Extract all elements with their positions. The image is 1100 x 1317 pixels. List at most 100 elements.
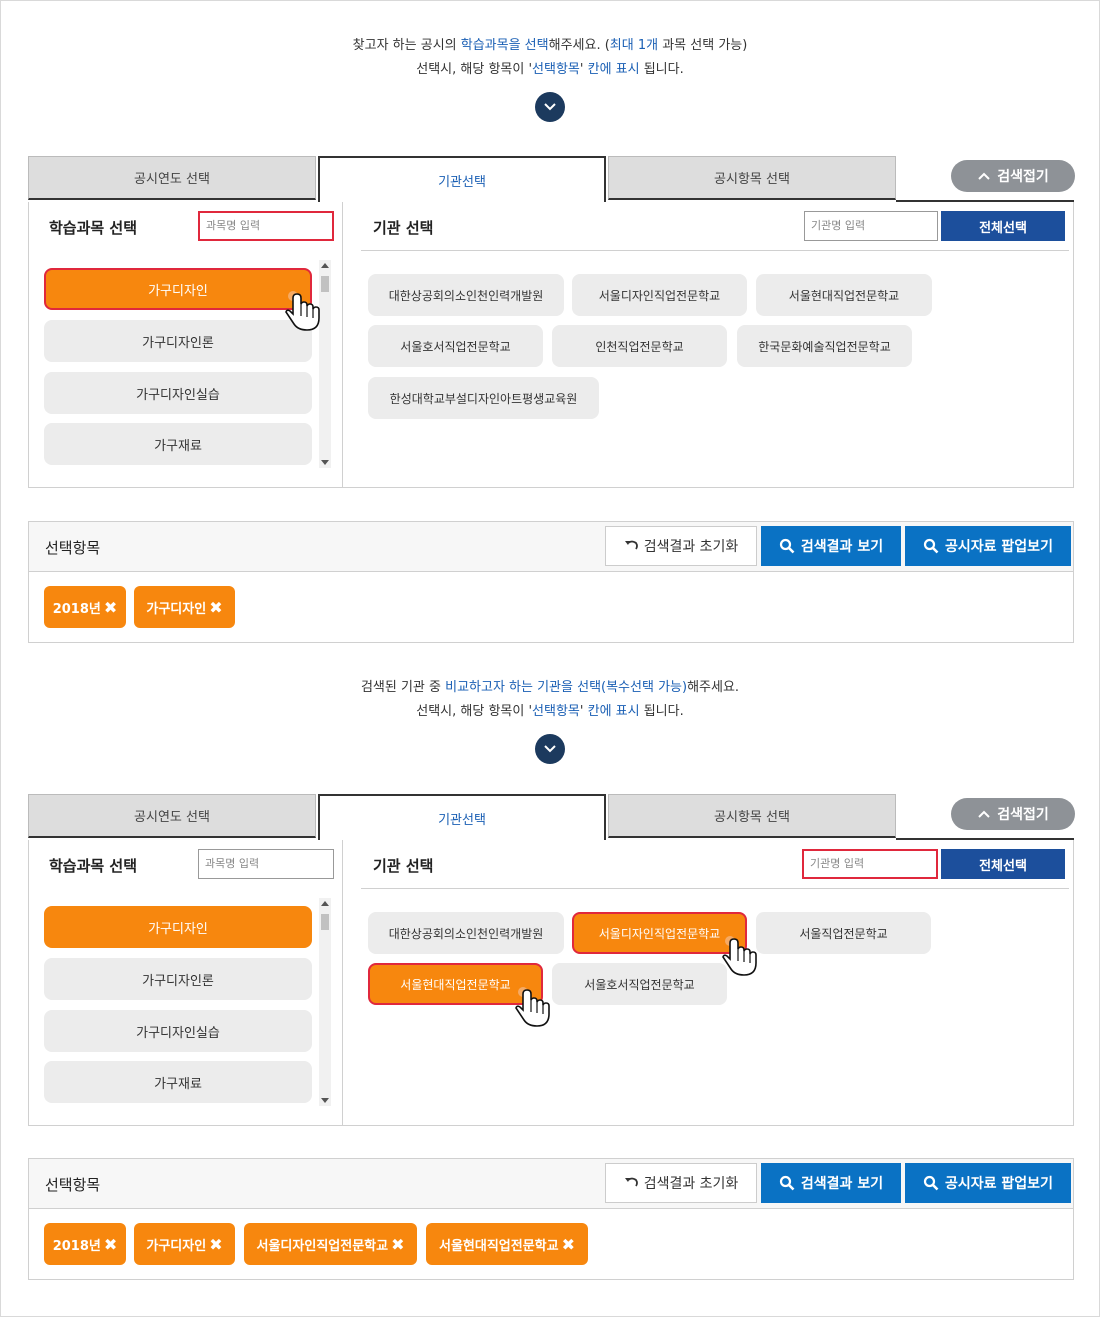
institution-item[interactable]: 한국문화예술직업전문학교 xyxy=(737,325,912,367)
chevron-down-icon[interactable] xyxy=(535,734,565,764)
tab-bar: 공시연도 선택 기관선택 공시항목 선택 검색접기 xyxy=(28,794,1075,840)
course-item[interactable]: 가구디자인 xyxy=(44,268,312,310)
search-icon xyxy=(779,1175,795,1191)
chip-label: 서울디자인직업전문학교 xyxy=(256,1238,389,1254)
close-icon[interactable]: ✖ xyxy=(104,598,117,617)
institution-item[interactable]: 서울디자인직업전문학교 xyxy=(572,912,747,954)
institution-item[interactable]: 대한상공회의소인천인력개발원 xyxy=(368,274,564,316)
selected-chip[interactable]: 2018년 ✖ xyxy=(44,1223,126,1265)
select-all-button[interactable]: 전체선택 xyxy=(941,211,1065,241)
view-results-button[interactable]: 검색결과 보기 xyxy=(761,1163,901,1203)
fold-label: 검색접기 xyxy=(997,169,1049,185)
chip-label: 가구디자인 xyxy=(146,1238,207,1254)
course-item[interactable]: 가구재료 xyxy=(44,1061,312,1103)
view-results-button[interactable]: 검색결과 보기 xyxy=(761,526,901,566)
selected-chip[interactable]: 가구디자인 ✖ xyxy=(134,586,235,628)
reset-label: 검색결과 초기화 xyxy=(643,539,739,555)
course-search-input[interactable]: 과목명 입력 xyxy=(198,211,334,241)
scroll-down-icon[interactable] xyxy=(321,1098,329,1103)
divider xyxy=(361,888,1069,889)
chevron-down-icon[interactable] xyxy=(535,92,565,122)
select-all-button[interactable]: 전체선택 xyxy=(941,849,1065,879)
tab-bar: 공시연도 선택 기관선택 공시항목 선택 검색접기 xyxy=(28,156,1075,202)
tab-institution[interactable]: 기관선택 xyxy=(318,156,606,202)
selected-items-box: 선택항목 검색결과 초기화 검색결과 보기 공시자료 팝업보기 2018년 ✖ 가… xyxy=(28,521,1074,643)
scroll-up-icon[interactable] xyxy=(321,263,329,268)
course-pane-title: 학습과목 선택 xyxy=(49,219,138,237)
chevron-up-icon xyxy=(978,172,990,180)
fold-label: 검색접기 xyxy=(997,807,1049,823)
search-panel: 학습과목 선택 과목명 입력 가구디자인 가구디자인론 가구디자인실습 가구재료… xyxy=(28,840,1074,1126)
selected-items-header: 선택항목 검색결과 초기화 검색결과 보기 공시자료 팝업보기 xyxy=(29,1159,1073,1209)
scroll-up-icon[interactable] xyxy=(321,901,329,906)
popup-label: 공시자료 팝업보기 xyxy=(945,539,1053,555)
course-item[interactable]: 가구디자인 xyxy=(44,906,312,948)
close-icon[interactable]: ✖ xyxy=(562,1235,575,1254)
scroll-thumb[interactable] xyxy=(321,914,329,930)
course-pane-title: 학습과목 선택 xyxy=(49,857,138,875)
search-icon xyxy=(923,538,939,554)
popup-view-button[interactable]: 공시자료 팝업보기 xyxy=(905,1163,1071,1203)
selected-chip[interactable]: 서울디자인직업전문학교 ✖ xyxy=(244,1223,417,1265)
chevron-up-icon xyxy=(978,810,990,818)
institution-item[interactable]: 서울호서직업전문학교 xyxy=(552,963,727,1005)
popup-view-button[interactable]: 공시자료 팝업보기 xyxy=(905,526,1071,566)
search-icon xyxy=(923,1175,939,1191)
close-icon[interactable]: ✖ xyxy=(391,1235,404,1254)
selected-chip[interactable]: 서울현대직업전문학교 ✖ xyxy=(426,1223,588,1265)
divider xyxy=(361,250,1069,251)
reset-icon xyxy=(624,540,638,550)
tab-institution[interactable]: 기관선택 xyxy=(318,794,606,840)
selected-chip[interactable]: 2018년 ✖ xyxy=(44,586,126,628)
fold-search-button[interactable]: 검색접기 xyxy=(951,160,1075,192)
institution-item[interactable]: 서울디자인직업전문학교 xyxy=(572,274,747,316)
selected-items-header: 선택항목 검색결과 초기화 검색결과 보기 공시자료 팝업보기 xyxy=(29,522,1073,572)
reset-results-button[interactable]: 검색결과 초기화 xyxy=(605,1163,757,1203)
reset-icon xyxy=(624,1177,638,1187)
course-item[interactable]: 가구디자인실습 xyxy=(44,1010,312,1052)
institution-item[interactable]: 서울호서직업전문학교 xyxy=(368,325,543,367)
fold-search-button[interactable]: 검색접기 xyxy=(951,798,1075,830)
view-label: 검색결과 보기 xyxy=(800,1176,884,1192)
institution-search-input[interactable]: 기관명 입력 xyxy=(802,849,938,879)
chip-label: 2018년 xyxy=(52,1238,101,1254)
selected-chip[interactable]: 가구디자인 ✖ xyxy=(134,1223,235,1265)
guide-text-2: 검색된 기관 중 비교하고자 하는 기관을 선택(복수선택 가능)해주세요. 선… xyxy=(360,680,740,719)
institution-item[interactable]: 대한상공회의소인천인력개발원 xyxy=(368,912,564,954)
tab-item[interactable]: 공시항목 선택 xyxy=(608,156,896,200)
tab-item[interactable]: 공시항목 선택 xyxy=(608,794,896,838)
course-item[interactable]: 가구재료 xyxy=(44,423,312,465)
tab-year[interactable]: 공시연도 선택 xyxy=(28,156,316,200)
selected-items-box: 선택항목 검색결과 초기화 검색결과 보기 공시자료 팝업보기 2018년 ✖ 가… xyxy=(28,1158,1074,1280)
course-scrollbar[interactable] xyxy=(319,898,331,1106)
reset-results-button[interactable]: 검색결과 초기화 xyxy=(605,526,757,566)
tab-year[interactable]: 공시연도 선택 xyxy=(28,794,316,838)
chip-label: 서울현대직업전문학교 xyxy=(438,1238,559,1254)
hand-cursor-icon xyxy=(722,936,757,976)
institution-item[interactable]: 인천직업전문학교 xyxy=(552,325,727,367)
institution-pane-title: 기관 선택 xyxy=(373,219,434,237)
course-pane: 학습과목 선택 과목명 입력 가구디자인 가구디자인론 가구디자인실습 가구재료 xyxy=(29,202,343,487)
course-pane: 학습과목 선택 과목명 입력 가구디자인 가구디자인론 가구디자인실습 가구재료 xyxy=(29,840,343,1125)
selected-items-title: 선택항목 xyxy=(45,539,101,557)
course-search-input[interactable]: 과목명 입력 xyxy=(198,849,334,879)
institution-item[interactable]: 서울직업전문학교 xyxy=(756,912,931,954)
popup-label: 공시자료 팝업보기 xyxy=(945,1176,1053,1192)
course-item[interactable]: 가구디자인론 xyxy=(44,958,312,1000)
course-item[interactable]: 가구디자인실습 xyxy=(44,372,312,414)
hand-cursor-icon xyxy=(515,987,550,1027)
search-icon xyxy=(779,538,795,554)
reset-label: 검색결과 초기화 xyxy=(643,1176,739,1192)
guide-text-1: 찾고자 하는 공시의 학습과목을 선택해주세요. (최대 1개 과목 선택 가능… xyxy=(352,38,748,77)
institution-item[interactable]: 한성대학교부설디자인아트평생교육원 xyxy=(368,377,599,419)
institution-pane-title: 기관 선택 xyxy=(373,857,434,875)
selected-items-title: 선택항목 xyxy=(45,1176,101,1194)
scroll-down-icon[interactable] xyxy=(321,460,329,465)
close-icon[interactable]: ✖ xyxy=(209,598,222,617)
close-icon[interactable]: ✖ xyxy=(209,1235,222,1254)
institution-search-input[interactable]: 기관명 입력 xyxy=(804,211,938,241)
close-icon[interactable]: ✖ xyxy=(104,1235,117,1254)
search-panel: 학습과목 선택 과목명 입력 가구디자인 가구디자인론 가구디자인실습 가구재료… xyxy=(28,202,1074,488)
institution-item[interactable]: 서울현대직업전문학교 xyxy=(756,274,932,316)
course-item[interactable]: 가구디자인론 xyxy=(44,320,312,362)
